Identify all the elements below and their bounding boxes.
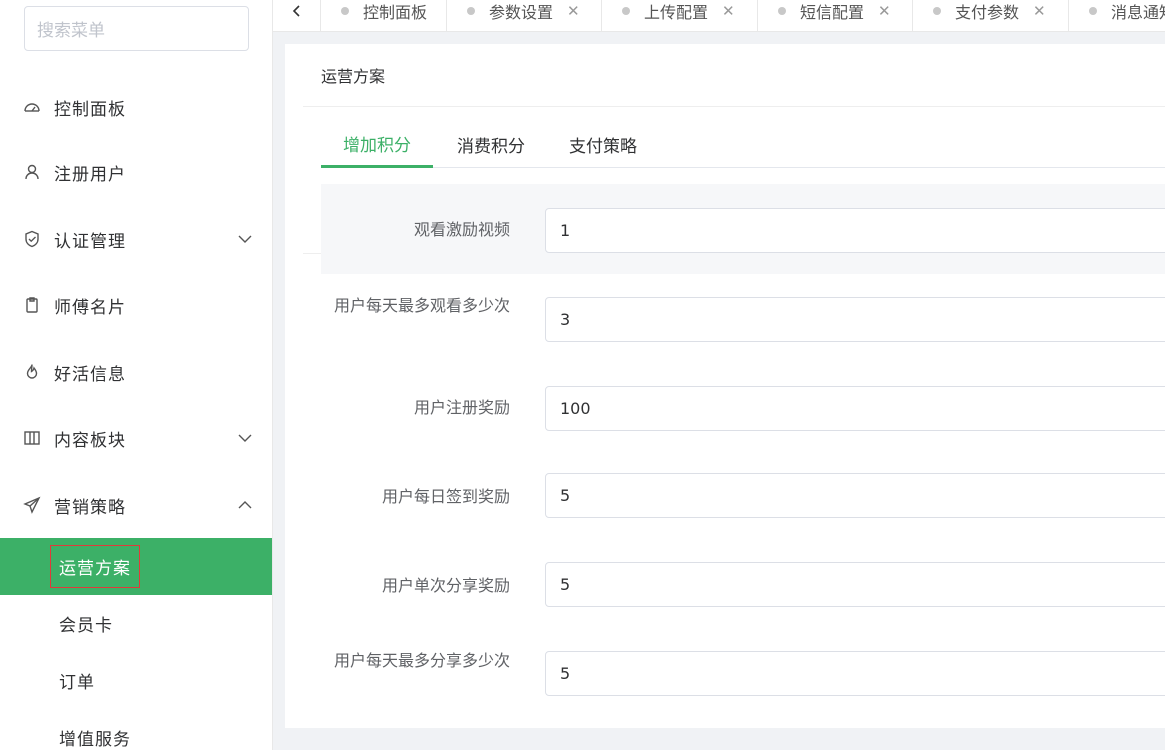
sidebar-subitem-label: 增值服务 — [59, 730, 131, 750]
tab-status-dot — [778, 7, 786, 15]
daily-checkin-reward-input[interactable]: 5 — [545, 473, 1165, 518]
sidebar-item-master-cards[interactable]: 师傅名片 — [0, 285, 272, 325]
close-icon[interactable]: ✕ — [722, 2, 735, 20]
sidebar-item-label: 认证管理 — [54, 231, 126, 252]
page-title: 运营方案 — [303, 44, 1165, 107]
sidebar-item-marketing[interactable]: 营销策略 — [0, 485, 272, 525]
menu-search-input[interactable]: 搜索菜单 — [24, 6, 249, 51]
watch-video-reward-input[interactable]: 1 — [545, 208, 1165, 253]
form-tabs: 增加积分 消费积分 支付策略 — [321, 121, 1165, 168]
close-icon[interactable]: ✕ — [567, 2, 580, 20]
sidebar-item-users[interactable]: 注册用户 — [0, 152, 272, 192]
send-icon — [22, 495, 42, 515]
bottom-background — [285, 728, 1165, 750]
dashboard-icon — [22, 97, 42, 117]
share-reward-input[interactable]: 5 — [545, 562, 1165, 607]
form-row: 观看激励视频 1 — [321, 184, 1165, 274]
max-daily-views-input[interactable]: 3 — [545, 297, 1165, 342]
sidebar-subitem-label: 运营方案 — [50, 545, 140, 588]
close-icon[interactable]: ✕ — [1033, 2, 1046, 20]
page-tab-params[interactable]: 参数设置 ✕ — [447, 0, 602, 31]
chevron-up-icon — [236, 496, 254, 514]
tab-status-dot — [622, 7, 630, 15]
page-tab-dashboard[interactable]: 控制面板 — [321, 0, 447, 31]
form-row: 用户每日签到奖励 5 — [321, 451, 1165, 540]
sidebar-item-label: 注册用户 — [54, 164, 126, 185]
sidebar: 搜索菜单 控制面板 注册用户 认证管理 师傅名片 好活信息 内容板块 营销策略 … — [0, 0, 273, 750]
user-icon — [22, 162, 42, 182]
tab-add-points[interactable]: 增加积分 — [321, 121, 433, 168]
tab-status-dot — [341, 7, 349, 15]
columns-icon — [22, 428, 42, 448]
field-label: 观看激励视频 — [413, 220, 510, 239]
content-card: 运营方案 增加积分 消费积分 支付策略 观看激励视频 1 用户每天最多观看多少次… — [285, 44, 1165, 728]
sidebar-item-label: 内容板块 — [54, 430, 126, 451]
tab-consume-points[interactable]: 消费积分 — [441, 121, 541, 168]
register-reward-input[interactable]: 100 — [545, 386, 1165, 431]
sidebar-subitem-membership-card[interactable]: 会员卡 — [0, 595, 272, 652]
sidebar-subitem-operation-plan[interactable]: 运营方案 — [0, 538, 272, 595]
sidebar-subitem-value-added[interactable]: 增值服务 — [0, 709, 272, 750]
form-row: 用户注册奖励 100 — [321, 362, 1165, 451]
tabs-scroll-left-button[interactable] — [273, 0, 321, 31]
sidebar-item-jobs-info[interactable]: 好活信息 — [0, 352, 272, 392]
page-tab-payment[interactable]: 支付参数 ✕ — [913, 0, 1069, 31]
field-label: 用户每天最多分享多少次 — [333, 651, 510, 670]
flame-icon — [22, 362, 42, 382]
sidebar-item-content-blocks[interactable]: 内容板块 — [0, 418, 272, 458]
page-tab-bar: 控制面板 参数设置 ✕ 上传配置 ✕ 短信配置 ✕ 支付参数 ✕ 消息通知 — [273, 0, 1165, 32]
sidebar-item-label: 好活信息 — [54, 364, 126, 385]
chevron-left-icon — [290, 2, 304, 23]
page-tab-label: 支付参数 — [955, 3, 1020, 22]
sidebar-item-certification[interactable]: 认证管理 — [0, 219, 272, 259]
sidebar-item-label: 营销策略 — [54, 497, 126, 518]
sidebar-item-label: 控制面板 — [54, 99, 126, 120]
page-tab-label: 参数设置 — [489, 3, 554, 22]
form-row: 用户每天最多分享多少次 5 — [321, 629, 1165, 728]
chevron-down-icon — [236, 429, 254, 447]
page-tab-notify[interactable]: 消息通知 — [1069, 0, 1165, 31]
max-daily-shares-input[interactable]: 5 — [545, 651, 1165, 696]
sidebar-subitem-label: 会员卡 — [59, 616, 113, 636]
tab-status-dot — [467, 7, 475, 15]
page-tab-label: 消息通知 — [1111, 3, 1165, 22]
tab-status-dot — [1089, 7, 1097, 15]
sidebar-subitem-orders[interactable]: 订单 — [0, 652, 272, 709]
tab-status-dot — [933, 7, 941, 15]
page-tab-upload[interactable]: 上传配置 ✕ — [602, 0, 758, 31]
form-row: 用户每天最多观看多少次 3 — [321, 274, 1165, 362]
shield-icon — [22, 229, 42, 249]
sidebar-item-dashboard[interactable]: 控制面板 — [0, 87, 272, 127]
divider — [303, 253, 321, 254]
chevron-down-icon — [236, 230, 254, 248]
page-tab-sms[interactable]: 短信配置 ✕ — [758, 0, 913, 31]
page-tab-label: 控制面板 — [363, 3, 428, 22]
field-label: 用户每天最多观看多少次 — [333, 296, 510, 315]
sidebar-item-label: 师傅名片 — [54, 297, 126, 318]
tab-payment-strategy[interactable]: 支付策略 — [551, 121, 655, 168]
clipboard-icon — [22, 295, 42, 315]
points-form: 观看激励视频 1 用户每天最多观看多少次 3 用户注册奖励 100 用户每日签到… — [321, 184, 1165, 728]
form-row: 用户单次分享奖励 5 — [321, 540, 1165, 629]
field-label: 用户注册奖励 — [413, 398, 510, 417]
field-label: 用户单次分享奖励 — [381, 576, 510, 595]
close-icon[interactable]: ✕ — [878, 2, 891, 20]
page-tab-label: 短信配置 — [800, 3, 865, 22]
page-tab-label: 上传配置 — [644, 3, 709, 22]
field-label: 用户每日签到奖励 — [381, 487, 510, 506]
sidebar-subitem-label: 订单 — [59, 673, 95, 693]
